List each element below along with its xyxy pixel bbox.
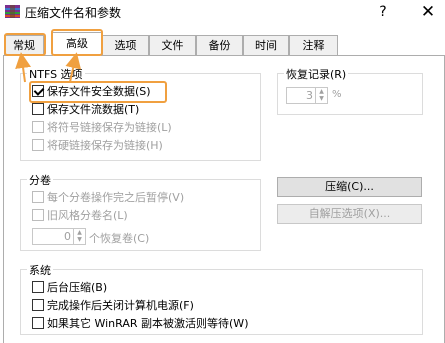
spinner-up-icon[interactable]: ▲ <box>74 229 85 236</box>
recovery-group-title: 恢复记录(R) <box>284 66 349 82</box>
tab-options[interactable]: 选项 <box>102 35 149 55</box>
highlight-general-tab <box>4 33 46 56</box>
ntfs-save-streams-row[interactable]: 保存文件流数据(T) <box>32 102 139 118</box>
tab-files[interactable]: 文件 <box>149 35 196 55</box>
spinner-down-icon[interactable]: ▼ <box>316 95 327 102</box>
save-streams-checkbox[interactable] <box>32 103 44 115</box>
old-style-names-label: 旧风格分卷名(L) <box>47 209 128 222</box>
recovery-volumes-label: 个恢复卷(C) <box>89 232 150 245</box>
power-off-label: 完成操作后关闭计算机电源(F) <box>47 299 194 312</box>
old-style-names-checkbox[interactable] <box>32 209 44 221</box>
sfx-options-button[interactable]: 自解压选项(X)... <box>277 204 422 224</box>
ntfs-hardlinks-row[interactable]: 将硬链接保存为链接(H) <box>32 138 163 154</box>
compression-settings-button[interactable]: 压缩(C)... <box>277 177 422 197</box>
close-button[interactable]: ✕ <box>417 1 439 23</box>
wait-other-copies-label: 如果其它 WinRAR 副本被激活则等待(W) <box>47 317 249 330</box>
save-streams-label: 保存文件流数据(T) <box>47 103 140 116</box>
recovery-percent-value: 3 <box>306 89 313 102</box>
recovery-volumes-spinner[interactable]: 0 ▲ ▼ <box>32 228 86 245</box>
power-off-checkbox[interactable] <box>32 299 44 311</box>
recovery-volumes-value: 0 <box>64 230 71 243</box>
highlight-save-security <box>29 81 167 103</box>
save-symlinks-checkbox[interactable] <box>32 121 44 133</box>
pause-after-volume-label: 每个分卷操作完之后暂停(V) <box>47 191 185 204</box>
save-hardlinks-checkbox[interactable] <box>32 139 44 151</box>
save-symlinks-label: 将符号链接保存为链接(L) <box>47 121 172 134</box>
system-poweroff-row[interactable]: 完成操作后关闭计算机电源(F) <box>32 298 194 314</box>
spinner-down-icon[interactable]: ▼ <box>74 236 85 243</box>
system-wait-row[interactable]: 如果其它 WinRAR 副本被激活则等待(W) <box>32 316 248 332</box>
title-bar: 压缩文件名和参数 ? ✕ <box>0 0 445 24</box>
window-title: 压缩文件名和参数 <box>25 6 122 20</box>
spinner-up-icon[interactable]: ▲ <box>316 88 327 95</box>
pause-after-volume-checkbox[interactable] <box>32 191 44 203</box>
system-background-row[interactable]: 后台压缩(B) <box>32 280 107 296</box>
tab-comment[interactable]: 注释 <box>289 35 338 55</box>
spinner-arrows[interactable]: ▲ ▼ <box>315 88 327 103</box>
winrar-app-icon <box>5 5 20 18</box>
save-hardlinks-label: 将硬链接保存为链接(H) <box>47 139 163 152</box>
recovery-percent-spinner[interactable]: 3 ▲ ▼ <box>286 87 328 104</box>
spinner-arrows[interactable]: ▲ ▼ <box>73 229 85 244</box>
system-group-title: 系统 <box>27 262 53 278</box>
volumes-pause-row[interactable]: 每个分卷操作完之后暂停(V) <box>32 190 184 206</box>
wait-other-copies-checkbox[interactable] <box>32 317 44 329</box>
volumes-oldstyle-row[interactable]: 旧风格分卷名(L) <box>32 208 128 224</box>
ntfs-symlinks-row[interactable]: 将符号链接保存为链接(L) <box>32 120 172 136</box>
tab-backup[interactable]: 备份 <box>196 35 243 55</box>
recovery-unit: % <box>332 89 342 100</box>
background-compress-checkbox[interactable] <box>32 281 44 293</box>
highlight-advanced-tab <box>51 29 103 56</box>
volumes-group-title: 分卷 <box>27 172 53 188</box>
ntfs-group-title: NTFS 选项 <box>27 66 85 82</box>
background-compress-label: 后台压缩(B) <box>47 281 108 294</box>
help-button[interactable]: ? <box>373 2 393 22</box>
tab-time[interactable]: 时间 <box>243 35 289 55</box>
